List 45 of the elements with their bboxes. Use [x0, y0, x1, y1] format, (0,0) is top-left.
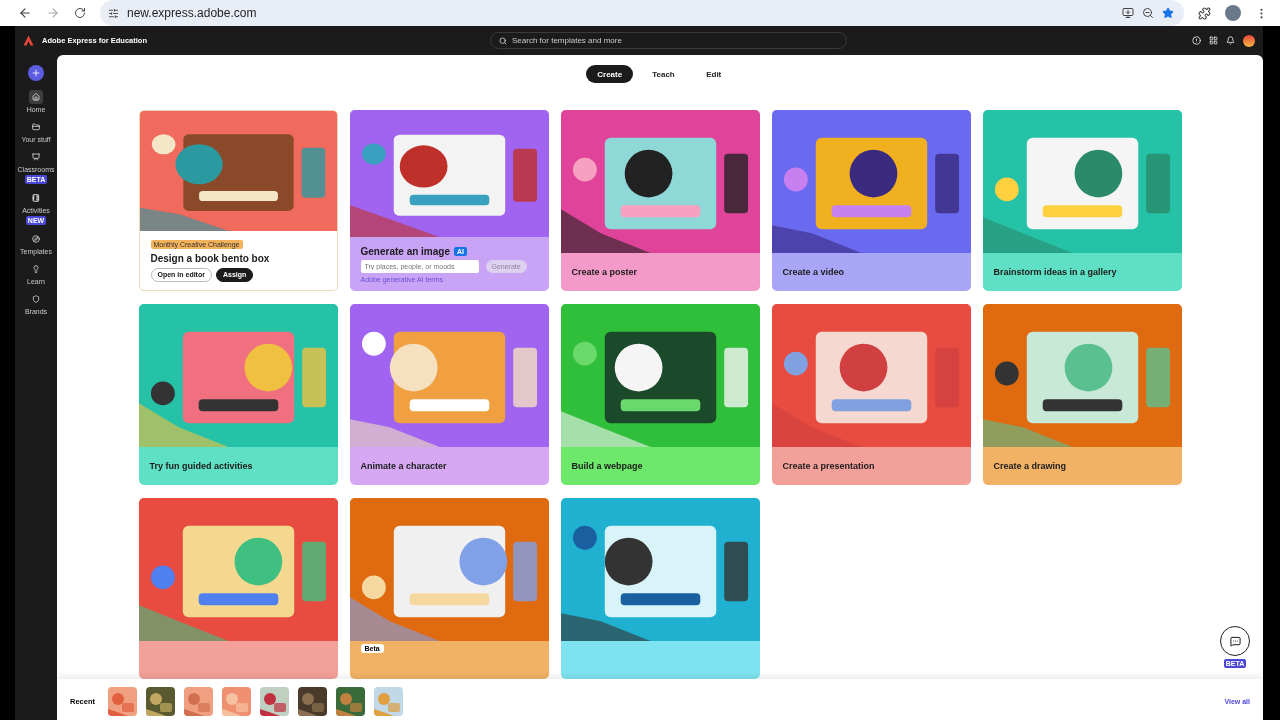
card-title: Create a presentation — [782, 461, 876, 471]
card-title: Create a poster — [571, 267, 639, 277]
tab[interactable]: Teach — [641, 65, 686, 83]
card-title: Design a book bento box — [150, 252, 271, 264]
zoom-icon[interactable] — [1142, 7, 1154, 19]
plus-icon — [31, 68, 41, 78]
bookmark-star-icon[interactable] — [1162, 7, 1174, 19]
card-title: Brainstorm ideas in a gallery — [993, 267, 1118, 277]
help-icon[interactable] — [1192, 36, 1201, 45]
nav-icon[interactable] — [29, 232, 43, 246]
reload-icon[interactable] — [74, 7, 86, 19]
card[interactable]: Brainstorm ideas in a gallery — [982, 110, 1182, 291]
profile-avatar[interactable] — [1225, 5, 1241, 21]
logo-icon — [23, 35, 34, 46]
feedback-button[interactable] — [1220, 626, 1250, 656]
tab[interactable]: Create — [586, 65, 634, 83]
site-settings-icon[interactable] — [108, 7, 119, 19]
card-title: Try fun guided activities — [149, 461, 254, 471]
extensions-icon[interactable] — [1198, 6, 1211, 20]
card[interactable]: Build a webpage — [560, 304, 760, 485]
card[interactable]: Create a drawing — [982, 304, 1182, 485]
card[interactable]: Try fun guided activities — [138, 304, 338, 485]
create-new-button[interactable] — [28, 65, 44, 81]
card-title: Create a drawing — [993, 461, 1068, 471]
install-icon[interactable] — [1122, 7, 1134, 19]
tab[interactable]: Edit — [693, 65, 734, 83]
apps-icon[interactable] — [1209, 36, 1218, 45]
chat-icon — [1229, 635, 1241, 647]
card[interactable]: Animate a character — [349, 304, 549, 485]
nav-icon[interactable] — [29, 150, 43, 164]
card[interactable]: Create a presentation — [771, 304, 971, 485]
url-text: new.express.adobe.com — [127, 6, 258, 20]
card[interactable] — [560, 498, 760, 679]
nav-icon[interactable] — [29, 90, 43, 104]
card-title: Create a video — [782, 267, 846, 277]
card-title: Generate an image — [360, 245, 450, 257]
notification-icon[interactable] — [1226, 36, 1235, 45]
address-bar[interactable]: new.express.adobe.com — [100, 0, 1184, 26]
search-icon — [499, 36, 508, 45]
card-title: Build a webpage — [571, 461, 644, 471]
back-icon[interactable] — [18, 6, 32, 20]
account-avatar[interactable] — [1243, 34, 1255, 47]
card[interactable]: Create a video — [771, 110, 971, 291]
card-title: Animate a character — [360, 461, 448, 471]
card[interactable]: Create a poster — [560, 110, 760, 291]
